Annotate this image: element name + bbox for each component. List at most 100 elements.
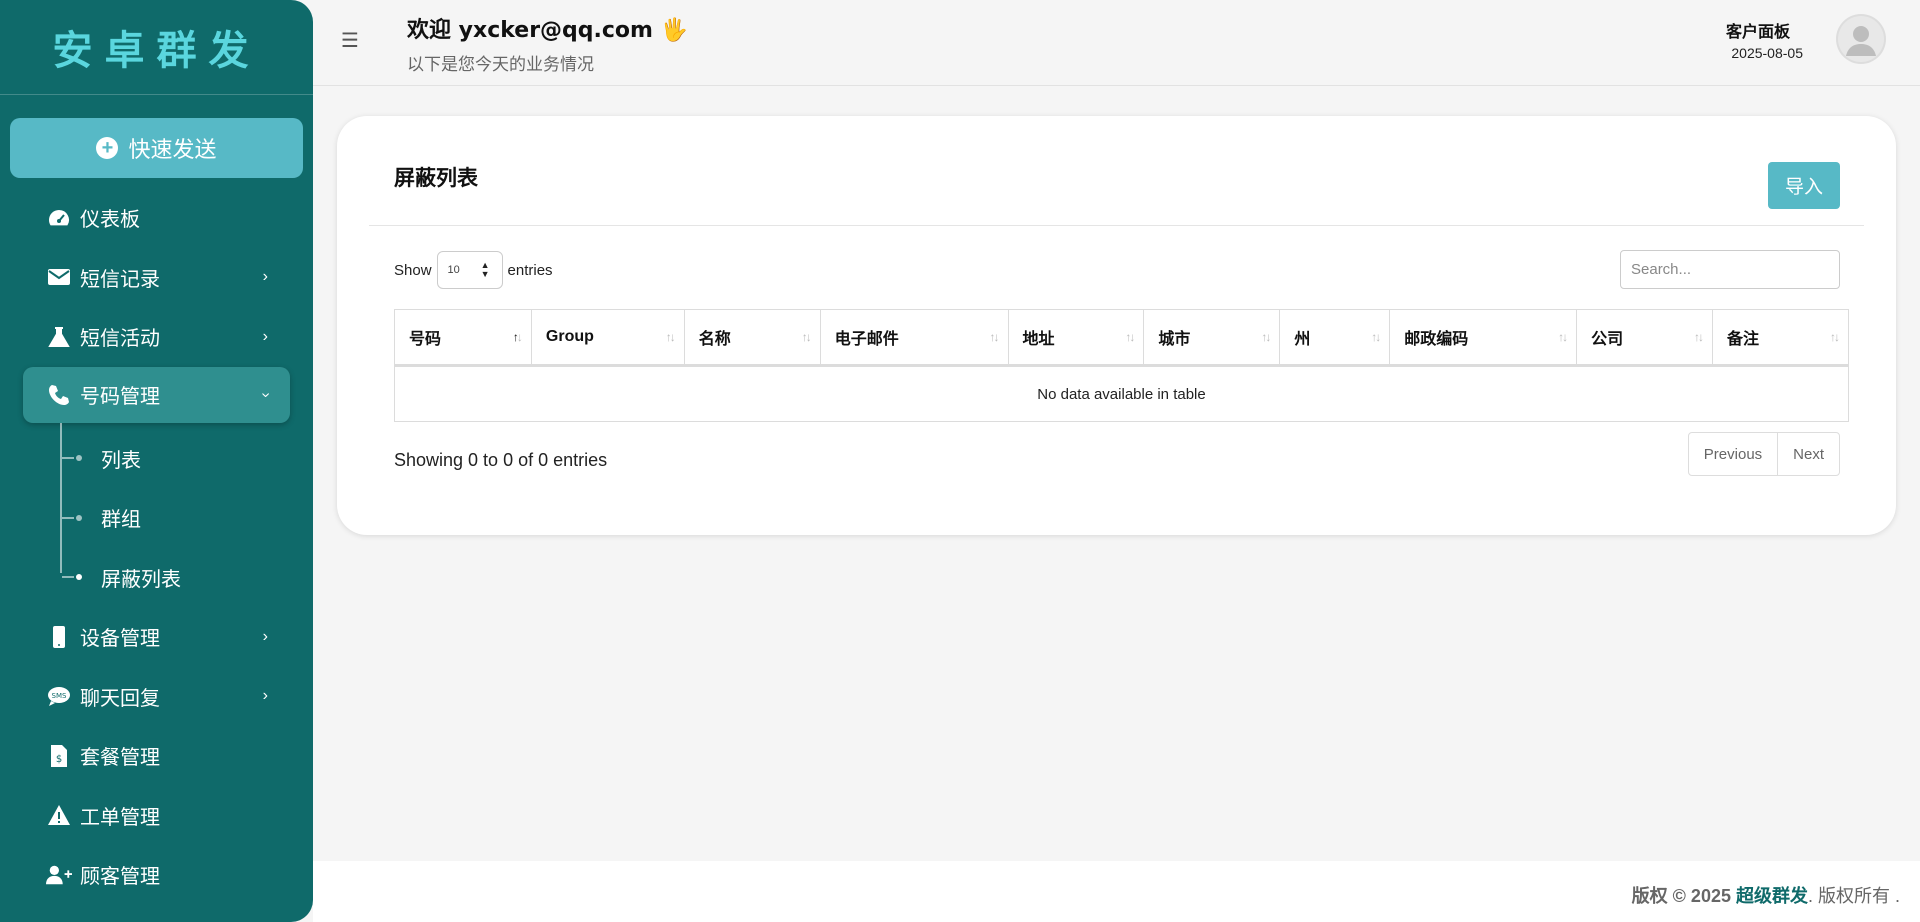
page-length-control: Show 10 ▲ ▼ entries [394,251,553,289]
entries-label: entries [507,261,553,279]
brand-title: 安卓群发 [52,28,261,74]
sidebar-item-label: 短信活动 [80,328,160,351]
submenu-item-groups[interactable]: 群组 [0,488,313,548]
next-page-button[interactable]: Next [1777,433,1839,475]
sidebar-item-customer-management[interactable]: 顾客管理 [0,845,313,905]
table-header-row: 号码 ↑↓ Group ↑↓ 名称 ↑↓ 电子邮件 ↑↓ 地址 ↑↓ 城市 ↑↓ 州 ↑↓ 邮… [394,309,1850,367]
sidebar-item-label: 短信记录 [80,268,160,291]
footer-brand-link[interactable]: 超级群发 [1736,886,1808,906]
sort-icon: ↑↓ [989,330,1000,344]
plus-circle-icon: + [96,137,119,159]
copyright-text: 版权 © 2025 超级群发. 版权所有 . [1632,882,1900,908]
show-label: Show [394,261,432,279]
sidebar-item-label: 套餐管理 [80,747,160,770]
welcome-message: 欢迎 yxcker@qq.com 🖐 [407,18,689,43]
column-header-number[interactable]: 号码 ↑↓ [394,309,532,367]
blocklist-card: 屏蔽列表 导入 Show 10 ▲▼ entries 号码↑↓ Group↑↓ … [337,116,1896,535]
warning-icon [46,804,72,826]
empty-table-message: No data available in table [394,365,1849,422]
page-length-value: 10 [447,264,460,276]
search-input[interactable] [1620,250,1840,289]
user-avatar-icon [1846,26,1876,56]
sort-icon: ↑↓ [1125,330,1135,344]
sidebar: 安卓群发 + 快速发送 仪表板 短信记录 › 短信活动 › 号码管理 › 列表 … [0,0,313,922]
table-info: Showing 0 to 0 of 0 entries [394,450,608,470]
page-title: 屏蔽列表 [394,167,478,190]
sort-icon: ↑↓ [1371,330,1381,344]
number-management-submenu: 列表 群组 屏蔽列表 [0,422,313,608]
submenu-item-list[interactable]: 列表 [0,429,313,489]
sort-icon: ↑↓ [1261,330,1271,344]
sidebar-item-label: 号码管理 [80,386,160,408]
chevron-right-icon: › [262,687,268,705]
mobile-icon [46,625,72,648]
sidebar-item-label: 聊天回复 [80,687,160,710]
sidebar-item-dashboard[interactable]: 仪表板 [0,188,313,248]
envelope-icon [46,269,72,286]
quick-send-label: 快速发送 [128,137,217,162]
sort-icon: ↑↓ [665,330,676,344]
sidebar-item-label: 工单管理 [80,806,160,829]
svg-text:SMS: SMS [52,692,67,700]
phone-icon [46,384,72,406]
column-header-group[interactable]: Group ↑↓ [530,309,685,367]
column-header-city[interactable]: 城市 ↑↓ [1143,309,1281,367]
pagination: Previous Next [1687,432,1840,476]
gauge-icon [46,209,72,227]
chevron-down-icon: › [257,391,275,398]
hamburger-menu-icon[interactable]: ☰ [341,28,359,53]
chevron-right-icon: › [262,327,268,345]
column-header-company[interactable]: 公司 ↑↓ [1576,309,1713,367]
bullet-icon [76,574,82,581]
current-date: 2025-08-05 [1731,45,1803,61]
sms-bubble-icon: SMS [46,686,72,707]
submenu-item-label: 屏蔽列表 [101,568,181,591]
table-row-empty: No data available in table [394,365,1849,422]
sidebar-item-label: 仪表板 [80,209,140,232]
column-header-address[interactable]: 地址 ↑↓ [1007,309,1145,367]
sort-icon: ↑↓ [1830,330,1840,344]
top-header: ☰ 欢迎 yxcker@qq.com 🖐 以下是您今天的业务情况 客户面板 20… [313,0,1920,86]
submenu-item-label: 群组 [101,509,141,532]
copyright-suffix: . 版权所有 . [1807,886,1900,906]
submenu-item-label: 列表 [101,449,141,472]
column-header-state[interactable]: 州 ↑↓ [1279,309,1391,367]
sidebar-item-sms-campaign[interactable]: 短信活动 › [0,307,313,367]
sidebar-item-device-management[interactable]: 设备管理 › [0,607,313,667]
import-button[interactable]: 导入 [1768,162,1840,209]
invoice-icon: $ [46,744,72,767]
submenu-item-blocklist[interactable]: 屏蔽列表 [0,548,313,608]
svg-text:$: $ [56,754,62,765]
sort-icon: ↑↓ [1558,330,1568,344]
panel-label: 客户面板 [1725,24,1790,41]
column-header-zip[interactable]: 邮政编码 ↑↓ [1389,309,1578,367]
sort-icon: ↑↓ [801,330,812,344]
blocklist-table: 号码 ↑↓ Group ↑↓ 名称 ↑↓ 电子邮件 ↑↓ 地址 ↑↓ 城市 ↑↓ 州 ↑↓ 邮… [394,309,1850,422]
sidebar-item-sms-records[interactable]: 短信记录 › [0,248,313,308]
bullet-icon [76,455,82,462]
previous-page-button[interactable]: Previous [1689,433,1777,475]
column-header-email[interactable]: 电子邮件 ↑↓ [819,309,1009,367]
sidebar-item-chat-reply[interactable]: SMS 聊天回复 › [0,667,313,727]
footer: 版权 © 2025 超级群发. 版权所有 . [313,847,1920,922]
sidebar-item-label: 顾客管理 [80,866,160,889]
page-length-select[interactable]: 10 ▲ ▼ [436,251,503,289]
flask-icon [46,326,72,347]
chevron-right-icon: › [262,627,268,645]
brand-logo[interactable]: 安卓群发 [0,0,313,95]
sort-asc-icon: ↑↓ [512,330,523,344]
sidebar-item-number-management[interactable]: 号码管理 › [23,366,290,423]
divider [369,225,1864,226]
chevron-right-icon: › [262,268,268,286]
column-header-name[interactable]: 名称 ↑↓ [683,309,821,367]
copyright-prefix: 版权 © 2025 [1631,886,1736,906]
sidebar-item-package-management[interactable]: $ 套餐管理 [0,726,313,786]
sidebar-item-ticket-management[interactable]: 工单管理 [0,786,313,846]
avatar[interactable] [1838,16,1884,62]
sort-icon: ↑↓ [1693,330,1704,344]
column-header-notes[interactable]: 备注 ↑↓ [1711,309,1850,367]
quick-send-button[interactable]: + 快速发送 [10,118,303,178]
select-arrows-icon: ▲ ▼ [480,260,490,279]
sidebar-item-label: 设备管理 [80,628,160,651]
user-plus-icon [46,865,72,885]
